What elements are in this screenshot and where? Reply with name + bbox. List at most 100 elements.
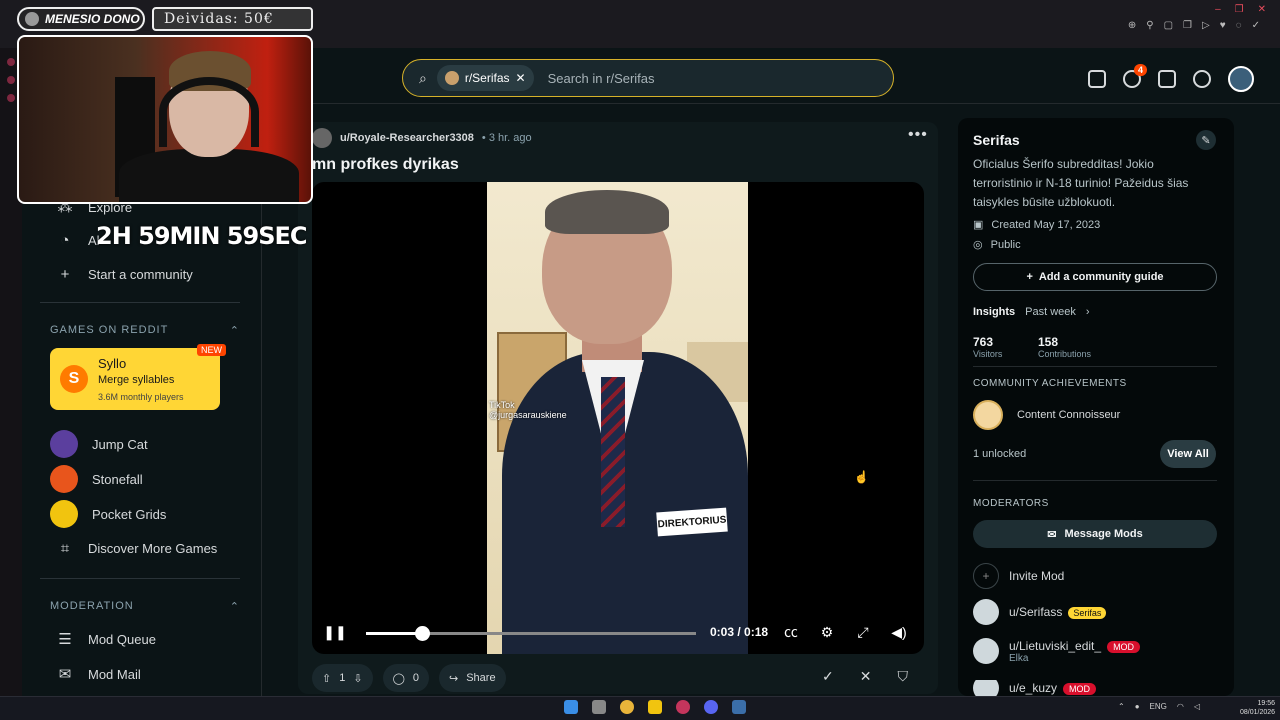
mouse-cursor-icon: ☝ — [854, 470, 869, 484]
featured-game-subtitle: Merge syllables — [98, 374, 175, 386]
achievement-item[interactable]: Content Connoisseur — [973, 400, 1120, 430]
shield-icon[interactable]: ⛉ — [897, 668, 908, 685]
nav-start-community[interactable]: + Start a community — [56, 265, 193, 283]
mod-name: u/Serifass — [1009, 605, 1063, 619]
vote-pill: ⇧ 1 ⇩ — [312, 664, 373, 692]
moderation-section-header[interactable]: MODERATION ⌃ — [50, 600, 240, 613]
contributions-label: Contributions — [1038, 349, 1092, 359]
lang-indicator[interactable]: ENG — [1150, 702, 1167, 711]
mod-item[interactable]: u/Lietuviski_edit_ MOD Elka — [973, 638, 1141, 664]
mod-queue-label: Mod Queue — [88, 631, 156, 647]
task-view-icon[interactable] — [592, 700, 606, 714]
windows-start-icon[interactable] — [564, 700, 578, 714]
chip-close-icon[interactable]: ✕ — [516, 71, 526, 85]
pause-button[interactable]: ❚❚ — [323, 624, 346, 640]
community-avatar-icon — [444, 71, 459, 85]
remove-icon[interactable]: ✕ — [860, 668, 872, 685]
message-mods-button[interactable]: ✉ Message Mods — [973, 520, 1217, 548]
opera-icon[interactable] — [676, 700, 690, 714]
notifications-icon[interactable] — [1193, 70, 1211, 88]
search-bar[interactable]: ⌕ r/Serifas ✕ Search in r/Serifas — [402, 59, 894, 97]
fullscreen-icon[interactable]: ⤢ — [854, 624, 872, 640]
restore-icon[interactable]: ❐ — [1235, 4, 1244, 15]
mic-icon[interactable]: ● — [1135, 702, 1140, 711]
games-section-header[interactable]: GAMES ON REDDIT ⌃ — [50, 324, 240, 337]
approve-icon[interactable]: ✓ — [822, 668, 834, 685]
chevron-up-icon: ⌃ — [229, 325, 240, 337]
settings-gear-icon[interactable]: ⚙ — [818, 624, 836, 640]
game-stonefall[interactable]: Stonefall — [50, 465, 143, 493]
author-avatar[interactable] — [312, 128, 332, 148]
chevron-up-icon[interactable]: ⌃ — [1118, 702, 1125, 711]
copy-icon[interactable]: ❐ — [1183, 20, 1192, 31]
zoom-icon[interactable]: ⊕ — [1128, 20, 1136, 31]
video-seek-bar[interactable] — [366, 626, 696, 641]
achievement-name: Content Connoisseur — [1017, 409, 1121, 421]
page-scrollbar[interactable] — [1272, 104, 1278, 696]
more-options-icon[interactable]: ••• — [908, 126, 928, 144]
created-date: Created May 17, 2023 — [991, 218, 1101, 231]
play-icon[interactable]: ▷ — [1202, 20, 1210, 31]
user-avatar[interactable] — [1228, 66, 1254, 92]
tab-dot-icon[interactable] — [7, 58, 15, 66]
insights-range: Past week — [1025, 306, 1076, 318]
add-guide-button[interactable]: + Add a community guide — [973, 263, 1217, 291]
chat-icon[interactable]: ◌ — [1236, 20, 1242, 31]
chat-button-icon[interactable]: 4 — [1123, 64, 1147, 88]
browser-app-icon[interactable] — [620, 700, 634, 714]
start-community-label: Start a community — [88, 266, 193, 282]
nav-mod-mail[interactable]: ✉ Mod Mail — [56, 665, 141, 683]
wifi-icon[interactable]: ◠ — [1177, 702, 1184, 711]
game-label: Stonefall — [92, 471, 143, 487]
screenshot-icon[interactable]: ▢ — [1164, 20, 1173, 31]
invite-mod[interactable]: + Invite Mod — [973, 563, 1064, 589]
folder-icon[interactable] — [648, 700, 662, 714]
tab-dot-icon[interactable] — [7, 94, 15, 102]
extensions-icon[interactable]: ✓ — [1252, 20, 1260, 31]
insights-row[interactable]: Insights Past week › — [973, 306, 1090, 318]
game-jump-cat[interactable]: Jump Cat — [50, 430, 148, 458]
video-player[interactable]: DIREKTORIUS TikTok @jurgasarauskiene ❚❚ … — [312, 182, 924, 654]
heart-icon[interactable]: ♥ — [1220, 20, 1226, 31]
community-search-chip[interactable]: r/Serifas ✕ — [436, 65, 534, 91]
pin-icon[interactable]: ⚲ — [1146, 20, 1153, 31]
mod-avatar — [973, 638, 999, 664]
seek-handle[interactable] — [415, 626, 431, 641]
author-name[interactable]: u/Royale-Researcher3308 — [340, 132, 474, 144]
game-pocket-grids[interactable]: Pocket Grids — [50, 500, 166, 528]
header-actions: 4 — [1088, 64, 1254, 92]
taskbar-clock[interactable]: 19:56 08/01/2026 — [1240, 699, 1275, 717]
captions-icon[interactable]: ㏄ — [782, 624, 800, 640]
mod-avatar — [973, 599, 999, 625]
share-label: Share — [466, 672, 496, 684]
steam-icon[interactable] — [732, 700, 746, 714]
post-time: • 3 hr. ago — [481, 132, 532, 144]
view-all-button[interactable]: View All — [1160, 440, 1216, 468]
mod-item[interactable]: u/Serifass Serifas — [973, 599, 1107, 625]
minimize-icon[interactable]: – — [1215, 4, 1221, 15]
comments-button[interactable]: ◯ 0 — [382, 664, 429, 692]
mod-item[interactable]: u/e_kuzy MOD — [973, 680, 1097, 696]
volume-icon[interactable]: ◀) — [890, 624, 908, 640]
plus-icon: + — [60, 265, 70, 283]
featured-game-card[interactable]: S Syllo Merge syllables 3.6M monthly pla… — [50, 344, 226, 410]
nav-mod-queue[interactable]: ☰ Mod Queue — [56, 630, 156, 648]
tab-dot-icon[interactable] — [7, 76, 15, 84]
game-label: Jump Cat — [92, 436, 148, 452]
donor-avatar-icon — [25, 12, 39, 26]
discover-games[interactable]: ⌗ Discover More Games — [56, 539, 218, 557]
downvote-icon[interactable]: ⇩ — [353, 672, 362, 685]
speaker-icon[interactable]: ◁ — [1194, 702, 1200, 711]
streamer-body — [119, 149, 299, 202]
nav-all[interactable]: ◔ Al — [56, 231, 99, 249]
advertise-icon[interactable] — [1088, 70, 1106, 88]
share-button[interactable]: ↪ Share — [439, 664, 506, 692]
create-post-icon[interactable] — [1158, 70, 1176, 88]
post-title[interactable]: mn profkes dyrikas — [312, 156, 459, 174]
new-badge: NEW — [197, 344, 226, 356]
close-icon[interactable]: ✕ — [1258, 4, 1266, 15]
discord-icon[interactable] — [704, 700, 718, 714]
edit-pencil-icon[interactable]: ✎ — [1196, 130, 1216, 150]
upvote-icon[interactable]: ⇧ — [322, 672, 331, 685]
search-input[interactable]: Search in r/Serifas — [548, 71, 655, 86]
